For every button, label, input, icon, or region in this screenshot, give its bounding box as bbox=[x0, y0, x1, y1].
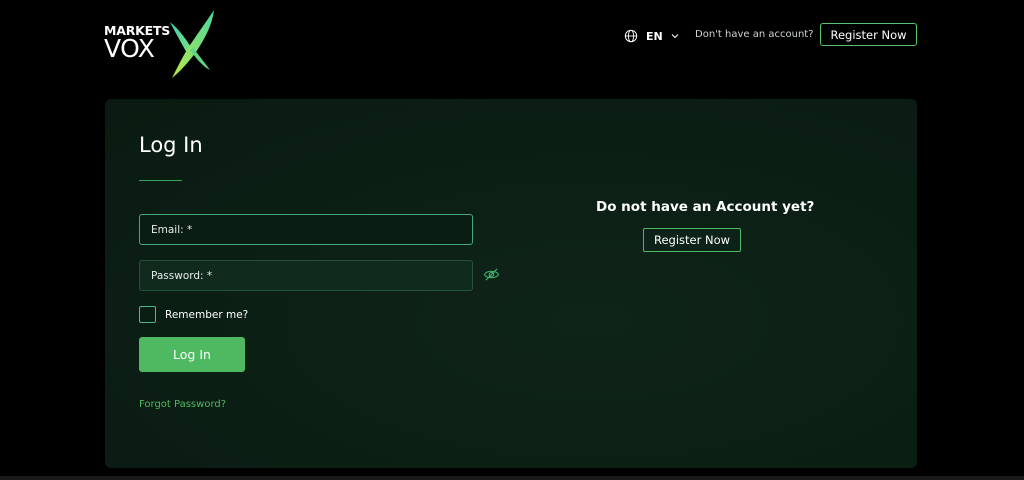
page: MARKETS VOX EN Don't have an account? Re… bbox=[0, 0, 1024, 480]
password-field[interactable]: Password: * bbox=[139, 260, 473, 291]
chevron-down-icon bbox=[671, 34, 679, 39]
login-button[interactable]: Log In bbox=[139, 337, 245, 372]
language-code: EN bbox=[646, 29, 663, 43]
title-underline bbox=[139, 180, 182, 181]
register-now-header-button[interactable]: Register Now bbox=[820, 23, 917, 46]
remember-me-label: Remember me? bbox=[165, 308, 249, 321]
globe-icon bbox=[624, 29, 638, 43]
forgot-password-link[interactable]: Forgot Password? bbox=[139, 399, 226, 410]
language-selector[interactable]: EN bbox=[624, 27, 679, 45]
remember-me[interactable]: Remember me? bbox=[139, 306, 248, 323]
email-field[interactable]: Email: * bbox=[139, 214, 473, 245]
logo-vox-text: VOX bbox=[104, 34, 155, 63]
email-placeholder: Email: * bbox=[151, 223, 193, 236]
hide-password-icon[interactable] bbox=[483, 266, 500, 283]
bottom-edge bbox=[0, 476, 1024, 480]
no-account-text: Don't have an account? bbox=[695, 29, 814, 40]
signup-heading: Do not have an Account yet? bbox=[596, 199, 815, 215]
remember-me-checkbox[interactable] bbox=[139, 306, 156, 323]
logo-x-icon bbox=[170, 10, 214, 78]
login-card: Log In Email: * Password: * Remember me?… bbox=[105, 99, 917, 468]
password-placeholder: Password: * bbox=[151, 269, 213, 282]
page-title: Log In bbox=[139, 133, 203, 157]
register-now-button[interactable]: Register Now bbox=[643, 228, 741, 252]
logo[interactable]: MARKETS VOX bbox=[104, 8, 219, 80]
